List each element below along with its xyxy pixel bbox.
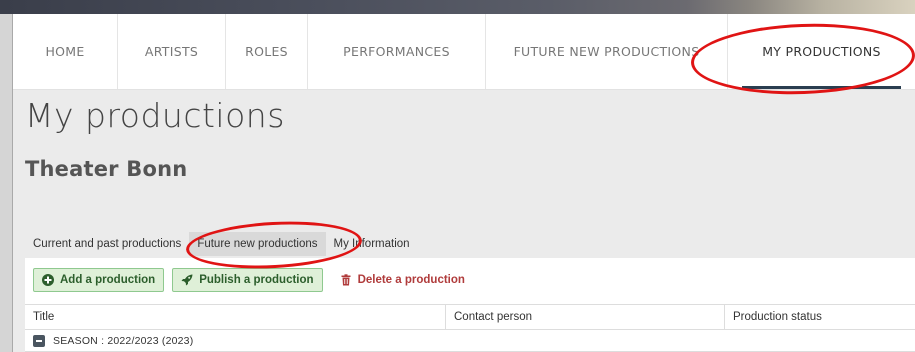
nav-item-label: PERFORMANCES (343, 44, 450, 59)
column-header-title[interactable]: Title (25, 305, 446, 329)
nav-item-future-new-productions[interactable]: FUTURE NEW PRODUCTIONS (486, 14, 728, 89)
nav-item-label: HOME (45, 44, 85, 59)
tab-current-and-past-productions[interactable]: Current and past productions (25, 232, 189, 256)
main-navigation: HOME ARTISTS ROLES PERFORMANCES FUTURE N… (13, 14, 915, 90)
publish-production-button[interactable]: Publish a production (172, 268, 323, 292)
trash-icon (341, 274, 351, 286)
nav-item-label: ARTISTS (144, 44, 199, 59)
tab-my-information[interactable]: My Information (326, 232, 418, 256)
production-tabs: Current and past productions Future new … (25, 232, 418, 256)
nav-item-my-productions[interactable]: MY PRODUCTIONS (728, 14, 915, 89)
nav-item-artists[interactable]: ARTISTS (118, 14, 226, 89)
rocket-icon (181, 274, 193, 286)
nav-item-home[interactable]: HOME (13, 14, 118, 89)
nav-item-label: ROLES (245, 44, 288, 59)
page-title: My productions (25, 96, 285, 135)
theater-name: Theater Bonn (25, 157, 188, 181)
column-header-contact-person[interactable]: Contact person (446, 305, 725, 329)
tab-future-new-productions[interactable]: Future new productions (189, 232, 326, 256)
add-production-button[interactable]: Add a production (33, 268, 165, 292)
productions-toolbar: Add a production Publish a production De… (33, 268, 474, 292)
nav-item-label: FUTURE NEW PRODUCTIONS (513, 44, 700, 59)
delete-production-label: Delete a production (357, 274, 465, 286)
plus-circle-icon (42, 274, 54, 286)
left-gutter (0, 14, 12, 352)
nav-item-performances[interactable]: PERFORMANCES (308, 14, 486, 89)
productions-panel: Add a production Publish a production De… (25, 258, 915, 352)
publish-production-label: Publish a production (199, 274, 314, 286)
table-header-row: Title Contact person Production status (25, 304, 915, 330)
season-group-label: SEASON : 2022/2023 (2023) (53, 334, 194, 347)
header-banner-image (0, 0, 915, 14)
column-header-production-status[interactable]: Production status (725, 305, 915, 329)
add-production-label: Add a production (60, 274, 156, 286)
collapse-minus-icon[interactable] (33, 334, 45, 347)
delete-production-button[interactable]: Delete a production (331, 268, 474, 292)
season-group-row[interactable]: SEASON : 2022/2023 (2023) (25, 330, 915, 352)
nav-item-roles[interactable]: ROLES (226, 14, 308, 89)
nav-item-label: MY PRODUCTIONS (762, 44, 881, 59)
